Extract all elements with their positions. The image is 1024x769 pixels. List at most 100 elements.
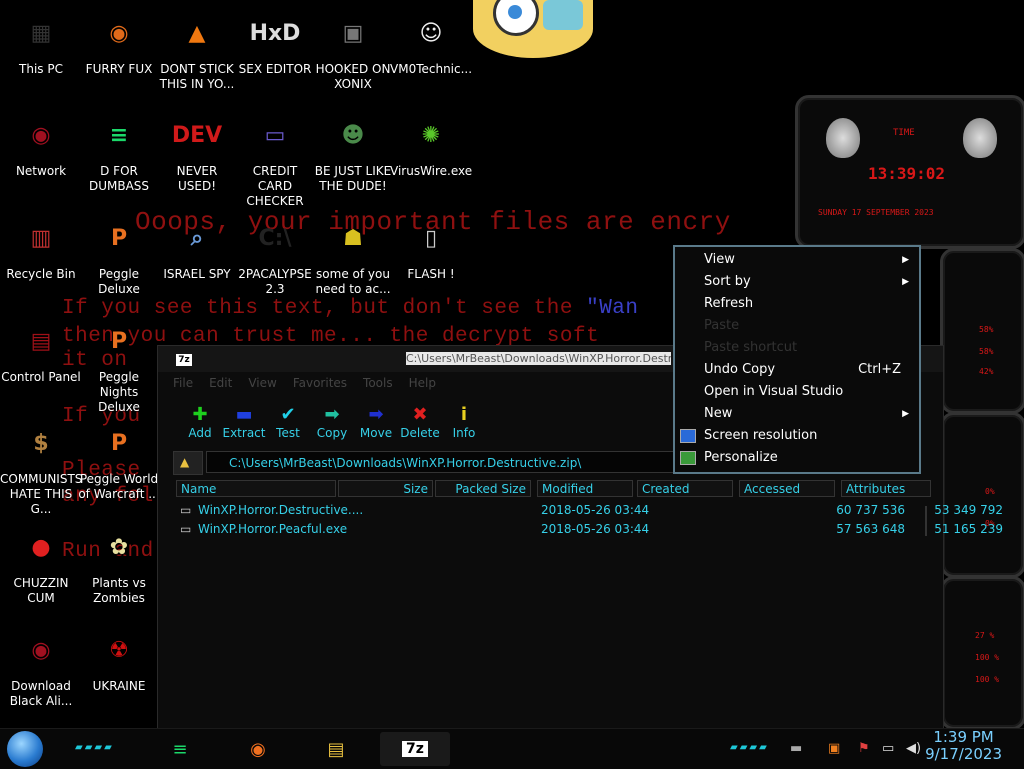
desktop-icon[interactable]: ▯ FLASH !: [390, 215, 472, 282]
file-row[interactable]: ▭ WinXP.Horror.Destructive.... 60 737 536 5…: [176, 503, 1003, 521]
column-header-size[interactable]: Size: [338, 480, 433, 497]
desktop-icon[interactable]: ▤ Control Panel: [0, 318, 82, 385]
desktop-icon-label: CREDIT CARD CHECKER: [246, 164, 304, 208]
context-menu-item-refresh[interactable]: Refresh: [675, 293, 915, 315]
desktop-icon[interactable]: ≡ D FOR DUMBASS: [78, 112, 160, 194]
desktop-icon-image: ⌕: [190, 225, 204, 251]
info-button[interactable]: i Info: [442, 404, 486, 440]
desktop-icon-image: $: [33, 430, 49, 456]
desktop-icon-label: FLASH !: [407, 267, 455, 281]
column-header-accessed[interactable]: Accessed: [739, 480, 835, 497]
copy-button[interactable]: ➡ Copy: [310, 404, 354, 440]
desktop-icon[interactable]: ◉ Network: [0, 112, 82, 179]
submenu-arrow-icon: ▶: [902, 409, 909, 419]
cpu-widget: 58% 58% 42%: [940, 248, 1024, 414]
desktop-icon[interactable]: ◉ FURRY FUX: [78, 10, 160, 77]
context-menu-item-personalize[interactable]: Personalize: [675, 447, 915, 469]
info-icon: i: [460, 404, 468, 425]
desktop-icon-label: FURRY FUX: [85, 62, 153, 76]
file-icon: ▭: [180, 522, 192, 536]
desktop-icon[interactable]: ✿ Plants vs Zombies: [78, 524, 160, 606]
desktop-icon[interactable]: ▲ DONT STICK THIS IN YO...: [156, 10, 238, 92]
desktop-icon-label: CHUZZIN CUM: [13, 576, 69, 605]
action-center-icon[interactable]: ⚑: [858, 741, 870, 756]
column-header-packed-size[interactable]: Packed Size: [435, 480, 531, 497]
menu-item-view[interactable]: View: [248, 376, 276, 394]
file-modified: 2018-05-26 03:44: [541, 503, 650, 517]
desktop-icon[interactable]: ▭ CREDIT CARD CHECKER: [234, 112, 316, 209]
desktop-icon-image: ✺: [421, 122, 441, 148]
desktop-icon-image: P: [110, 430, 128, 456]
delete-button[interactable]: ✖ Delete: [398, 404, 442, 440]
context-menu-item-screen-resolution[interactable]: Screen resolution: [675, 425, 915, 447]
network-icon[interactable]: ▭: [882, 741, 894, 756]
context-menu-label: View: [704, 252, 735, 267]
context-menu-label: Personalize: [704, 450, 778, 465]
desktop-icon[interactable]: ● CHUZZIN CUM: [0, 524, 82, 606]
desktop-icon[interactable]: $ COMMUNISTS HATE THIS G...: [0, 420, 82, 517]
menu-item-file[interactable]: File: [173, 376, 193, 394]
test-button[interactable]: ✔ Test: [266, 404, 310, 440]
desktop-icon[interactable]: P Peggle Deluxe: [78, 215, 160, 297]
desktop-icon[interactable]: ☗ some of you need to ac...: [312, 215, 394, 297]
context-menu-label: Undo Copy: [704, 362, 776, 377]
desktop-icon-label: some of you need to ac...: [315, 267, 391, 296]
move-button[interactable]: ➡ Move: [354, 404, 398, 440]
column-header-created[interactable]: Created: [637, 480, 733, 497]
ransom-line-highlight: "Wan: [586, 297, 639, 320]
desktop-icon-label: HOOKED ON XONIX: [315, 62, 391, 91]
column-header-attributes[interactable]: Attributes: [841, 480, 931, 497]
stat-value: 0%: [985, 487, 995, 496]
delete-icon: ✖: [412, 404, 428, 425]
volume-icon[interactable]: ◀): [906, 741, 921, 756]
desktop-icon[interactable]: ☺ VM0Technic...: [390, 10, 472, 77]
menu-item-favorites[interactable]: Favorites: [293, 376, 347, 394]
desktop-icon-image: DEV: [171, 122, 223, 148]
desktop-icon[interactable]: ✺ VirusWire.exe: [390, 112, 472, 179]
menu-item-help[interactable]: Help: [409, 376, 436, 394]
desktop-icon[interactable]: ▦ This PC: [0, 10, 82, 77]
desktop-icon-image: ☗: [343, 225, 363, 251]
desktop-icon[interactable]: P Peggle Nights Deluxe: [78, 318, 160, 415]
desktop-icon[interactable]: ⌕ ISRAEL SPY: [156, 215, 238, 282]
menu-item-edit[interactable]: Edit: [209, 376, 232, 394]
context-menu-item-open-in-visual-studio[interactable]: Open in Visual Studio: [675, 381, 915, 403]
taskbar-app-firefox[interactable]: ◉: [241, 732, 275, 766]
column-header-modified[interactable]: Modified: [537, 480, 633, 497]
desktop-icon[interactable]: C:\ 2PACALYPSE 2.3: [234, 215, 316, 297]
desktop-icon-label: UKRAINE: [92, 679, 146, 693]
desktop-icon[interactable]: ☻ BE JUST LIKE THE DUDE!: [312, 112, 394, 194]
desktop-icon[interactable]: ▥ Recycle Bin: [0, 215, 82, 282]
column-header-name[interactable]: Name: [176, 480, 336, 497]
desktop-icon[interactable]: ◉ Download Black Ali...: [0, 627, 82, 709]
context-menu-item-new[interactable]: New ▶: [675, 403, 915, 425]
desktop-icon-label: VM0Technic...: [390, 62, 473, 76]
start-button[interactable]: [7, 731, 43, 767]
context-menu-item-sort-by[interactable]: Sort by ▶: [675, 271, 915, 293]
address-path-input[interactable]: C:\Users\MrBeast\Downloads\WinXP.Horror.…: [206, 451, 676, 473]
menu-item-tools[interactable]: Tools: [363, 376, 393, 394]
desktop-icon[interactable]: DEV NEVER USED!: [156, 112, 238, 194]
alien-head-icon: [826, 118, 860, 158]
desktop-icon[interactable]: HxD SEX EDITOR: [234, 10, 316, 77]
context-menu-item-undo-copy[interactable]: Undo Copy Ctrl+Z: [675, 359, 915, 381]
desktop-icon[interactable]: ☢ UKRAINE: [78, 627, 160, 694]
file-row[interactable]: ▭ WinXP.Horror.Peacful.exe 57 563 648 51 16…: [176, 522, 1003, 540]
file-size: 60 737 536: [836, 503, 905, 517]
context-menu-item-view[interactable]: View ▶: [675, 249, 915, 271]
taskbar-clock[interactable]: 1:39 PM 9/17/2023: [925, 729, 1002, 763]
folder-up-button[interactable]: ▲: [173, 451, 203, 475]
taskbar-app-sevenzip[interactable]: 7z: [380, 732, 450, 766]
desktop-icon[interactable]: ▣ HOOKED ON XONIX: [312, 10, 394, 92]
extract-button[interactable]: ▬ Extract: [222, 404, 266, 440]
desktop-icon-label: D FOR DUMBASS: [88, 164, 150, 193]
tray-keyboard-icon[interactable]: ▬: [790, 741, 802, 756]
toolbar: ✚ Add ▬ Extract ✔ Test ➡ Copy ➡ Move ✖ Delete i Info: [178, 404, 486, 440]
tray-app-icon[interactable]: ▣: [828, 741, 840, 756]
taskbar-app-app-green[interactable]: ≡: [163, 732, 197, 766]
desktop-icon[interactable]: P Peggle World of Warcraft ...: [78, 420, 160, 502]
taskbar-app-file-explorer[interactable]: ▤: [319, 732, 353, 766]
add-button[interactable]: ✚ Add: [178, 404, 222, 440]
desktop-icon-image: ▭: [264, 122, 286, 148]
clock-date: 9/17/2023: [925, 745, 1002, 763]
